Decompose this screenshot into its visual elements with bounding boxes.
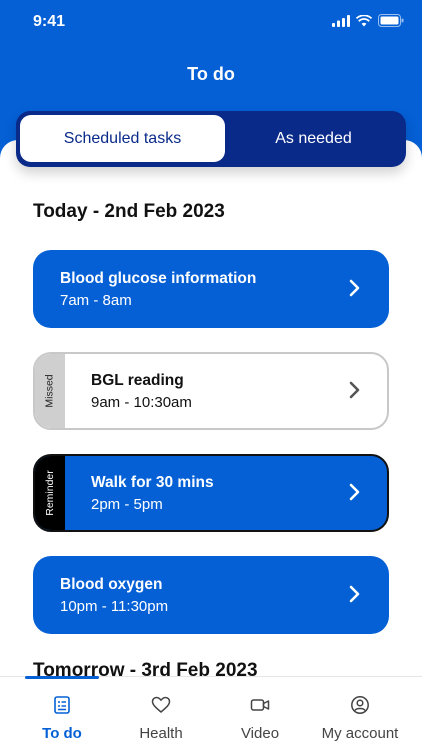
task-time: 7am - 8am [60,292,132,309]
tab-label: To do [42,725,82,742]
task-card-reminder[interactable]: Reminder Walk for 30 mins 2pm - 5pm [33,454,389,532]
task-card[interactable]: Blood glucose information 7am - 8am [33,250,389,328]
account-icon [351,696,369,714]
tab-todo[interactable]: To do [22,677,102,750]
page-title: To do [187,64,235,84]
task-title: BGL reading [91,372,184,389]
chevron-right-icon [349,279,360,297]
task-time: 2pm - 5pm [91,496,163,513]
tab-label: My account [321,725,399,742]
tab-label: Video [240,725,280,742]
tab-label: Health [139,725,183,742]
task-title: Blood oxygen [60,576,163,593]
wifi-icon [356,14,372,26]
tab-health[interactable]: Health [121,677,201,750]
task-title: Blood glucose information [60,270,257,287]
section-title-today: Today - 2nd Feb 2023 [33,201,225,222]
task-card-missed[interactable]: Missed BGL reading 9am - 10:30am [33,352,389,430]
task-time: 10pm - 11:30pm [60,598,169,615]
signal-icon [332,14,350,27]
task-card[interactable]: Blood oxygen 10pm - 11:30pm [33,556,389,634]
task-list[interactable]: Today - 2nd Feb 2023 Blood glucose infor… [0,140,422,680]
heart-icon [151,696,171,713]
reminder-tag-label: Reminder [44,470,56,516]
tab-video[interactable]: Video [220,677,300,750]
tab-scheduled-tasks[interactable]: Scheduled tasks [20,115,225,162]
chevron-right-icon [349,381,360,399]
status-bar: 9:41 [0,0,422,46]
status-time: 9:41 [33,13,66,30]
checklist-icon [54,696,70,714]
missed-tag: Missed [35,354,65,428]
status-icons [332,14,404,27]
missed-tag-label: Missed [44,374,57,408]
reminder-tag: Reminder [35,456,65,530]
battery-icon [378,14,404,27]
segmented-control: Scheduled tasks As needed [16,111,406,167]
tab-my-account[interactable]: My account [310,677,410,750]
video-camera-icon [250,699,270,711]
task-time: 9am - 10:30am [91,394,192,411]
chevron-right-icon [349,585,360,603]
tab-as-needed[interactable]: As needed [225,115,402,162]
active-tab-indicator [25,676,99,679]
task-title: Walk for 30 mins [91,474,214,491]
bottom-tab-bar: To do Health Video My account [0,676,422,750]
chevron-right-icon [349,483,360,501]
